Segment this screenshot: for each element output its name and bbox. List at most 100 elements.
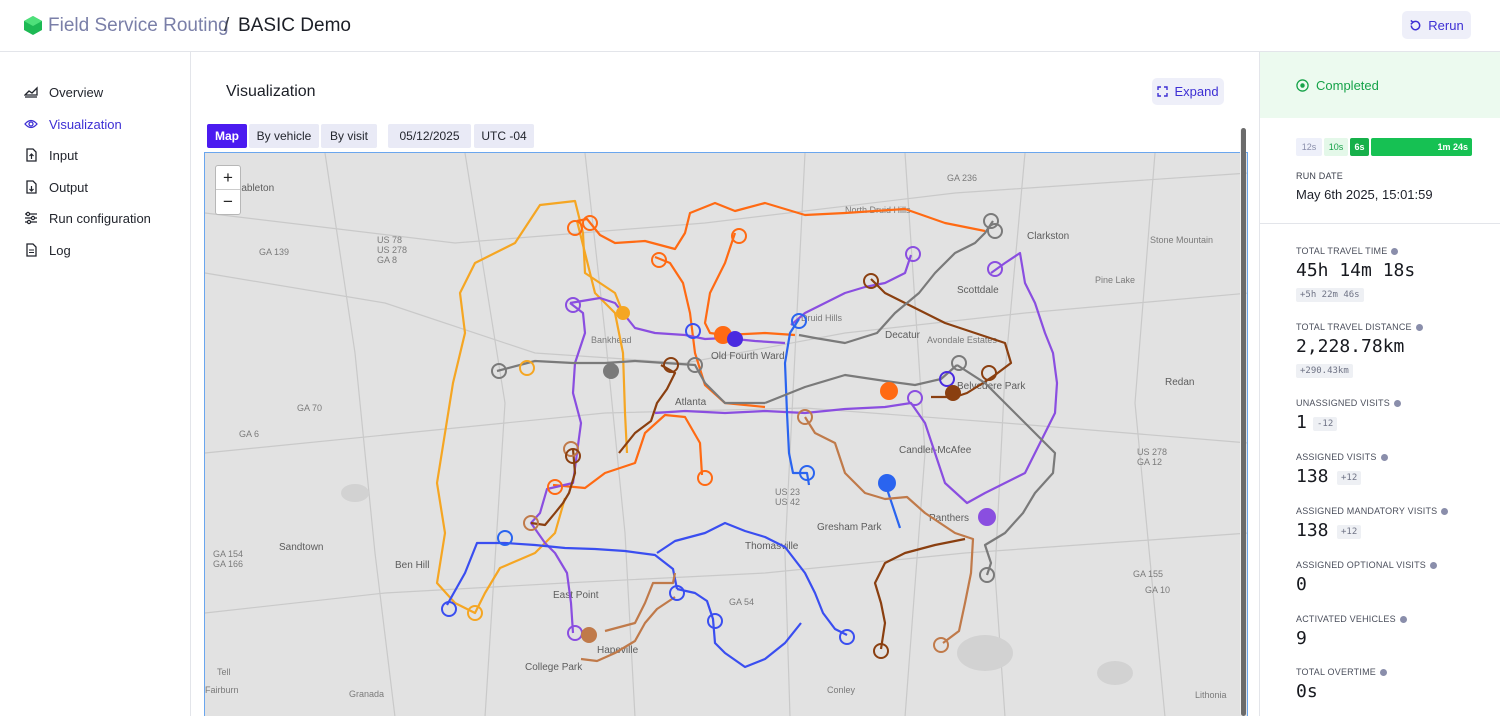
- map-place-labels: Mableton Clarkston Stone Mountain Scottd…: [205, 183, 1227, 700]
- metric-value: 0: [1296, 574, 1307, 595]
- info-icon[interactable]: [1380, 453, 1388, 461]
- place-label: Thomasville: [745, 541, 799, 552]
- sidebar-item-run-configuration[interactable]: Run configuration: [24, 208, 151, 228]
- metric-label: UNASSIGNED VISITS: [1296, 398, 1401, 408]
- place-label: Decatur: [885, 330, 921, 341]
- route-line: [656, 521, 848, 636]
- place-label: Stone Mountain: [1150, 235, 1213, 245]
- road-label: GA 70: [297, 403, 322, 413]
- breadcrumb-app[interactable]: Field Service Routing: [48, 15, 229, 37]
- section-title: Visualization: [226, 83, 316, 100]
- top-header: Field Service Routing / BASIC Demo Rerun: [0, 0, 1500, 52]
- place-label: Atlanta: [675, 397, 707, 408]
- info-icon[interactable]: [1399, 615, 1407, 623]
- info-icon[interactable]: [1393, 399, 1401, 407]
- info-icon[interactable]: [1379, 668, 1387, 676]
- sidebar-item-output[interactable]: Output: [24, 177, 88, 197]
- sidebar-item-overview[interactable]: Overview: [24, 82, 103, 102]
- route-line: [873, 537, 966, 650]
- visit-markers: [441, 213, 1003, 659]
- road-label: GA 10: [1145, 585, 1170, 595]
- place-label: College Park: [525, 662, 583, 673]
- metric-value: 138: [1296, 520, 1329, 541]
- expand-label: Expand: [1174, 84, 1219, 99]
- metric-label-text: ASSIGNED OPTIONAL VISITS: [1296, 560, 1426, 570]
- metric-label-text: TOTAL TRAVEL DISTANCE: [1296, 322, 1412, 332]
- place-label: Gresham Park: [817, 522, 882, 533]
- zoom-out-button[interactable]: −: [216, 190, 240, 214]
- route-line: [576, 201, 986, 251]
- info-icon[interactable]: [1441, 507, 1449, 515]
- main-content: Visualization Expand Map By vehicle By v…: [192, 52, 1258, 716]
- breadcrumb-separator: /: [224, 15, 230, 36]
- road-label: US 278: [377, 245, 407, 255]
- metric-value: 2,228.78km: [1296, 336, 1405, 357]
- sidebar-item-input[interactable]: Input: [24, 145, 78, 165]
- tab-map[interactable]: Map: [207, 124, 247, 148]
- road-label: GA 154: [213, 549, 243, 559]
- metric-label: ASSIGNED MANDATORY VISITS: [1296, 506, 1449, 516]
- status-banner: Completed: [1260, 52, 1500, 118]
- road-label: GA 6: [239, 429, 259, 439]
- metric-delta: +290.43km: [1296, 364, 1353, 378]
- visit-marker: [880, 382, 898, 400]
- place-label: Scottdale: [957, 285, 999, 296]
- date-picker[interactable]: 05/12/2025: [388, 124, 471, 148]
- place-label: Pine Lake: [1095, 275, 1135, 285]
- check-circle-icon: [1296, 78, 1309, 92]
- route-map[interactable]: Mableton Clarkston Stone Mountain Scottd…: [204, 152, 1248, 716]
- sidebar-item-visualization[interactable]: Visualization: [24, 114, 122, 134]
- place-label: Tell: [217, 667, 231, 677]
- map-canvas[interactable]: Mableton Clarkston Stone Mountain Scottd…: [205, 153, 1248, 716]
- refresh-icon: [1410, 19, 1421, 30]
- place-label: Conley: [827, 685, 856, 695]
- visit-marker: [878, 474, 896, 492]
- place-label: Redan: [1165, 377, 1194, 388]
- sidebar-item-label: Output: [49, 179, 89, 195]
- info-icon[interactable]: [1430, 561, 1437, 569]
- zoom-in-button[interactable]: +: [216, 166, 240, 190]
- info-icon[interactable]: [1391, 247, 1399, 255]
- route-line: [604, 572, 677, 633]
- road-label: US 42: [775, 497, 800, 507]
- place-label: Ben Hill: [395, 560, 429, 571]
- place-label: Bankhead: [591, 335, 632, 345]
- metric-label: ASSIGNED OPTIONAL VISITS: [1296, 560, 1437, 570]
- run-date-label: RUN DATE: [1296, 171, 1343, 181]
- visit-marker: [441, 601, 457, 617]
- sliders-icon: [25, 211, 37, 225]
- tab-by-visit[interactable]: By visit: [321, 124, 377, 148]
- timeline-segment: 12s: [1296, 138, 1322, 156]
- place-label: Druid Hills: [801, 313, 843, 323]
- place-label: Clarkston: [1027, 231, 1069, 242]
- metric-label: TOTAL TRAVEL DISTANCE: [1296, 322, 1423, 332]
- place-label: East Point: [553, 590, 599, 601]
- metric-value: 9: [1296, 628, 1307, 649]
- scrollbar-thumb[interactable]: [1241, 128, 1246, 716]
- road-label: GA 139: [259, 247, 289, 257]
- route-line: [703, 232, 796, 337]
- road-label: GA 155: [1133, 569, 1163, 579]
- visit-marker: [978, 508, 996, 526]
- sidebar-item-log[interactable]: Log: [24, 240, 71, 260]
- timezone-select[interactable]: UTC -04: [474, 124, 534, 148]
- app-logo-icon: [24, 16, 42, 35]
- place-label: Sandtown: [279, 542, 323, 553]
- road-label: GA 236: [947, 173, 977, 183]
- timeline-segment: 6s: [1350, 138, 1369, 156]
- sidebar-item-label: Overview: [49, 84, 104, 100]
- route-line: [435, 199, 625, 615]
- rerun-button[interactable]: Rerun: [1402, 11, 1471, 39]
- tab-by-vehicle[interactable]: By vehicle: [249, 124, 319, 148]
- metric-label-text: ACTIVATED VEHICLES: [1296, 614, 1396, 624]
- expand-button[interactable]: Expand: [1152, 78, 1224, 105]
- route-line: [783, 318, 811, 486]
- info-icon[interactable]: [1415, 323, 1423, 331]
- metric-label: ACTIVATED VEHICLES: [1296, 614, 1407, 624]
- metric-delta: +12: [1337, 471, 1362, 485]
- visit-marker: [603, 363, 619, 379]
- map-roads: [205, 153, 1247, 716]
- zoom-control: + −: [215, 165, 241, 215]
- sidebar-item-label: Run configuration: [49, 210, 151, 226]
- visit-marker: [905, 246, 921, 262]
